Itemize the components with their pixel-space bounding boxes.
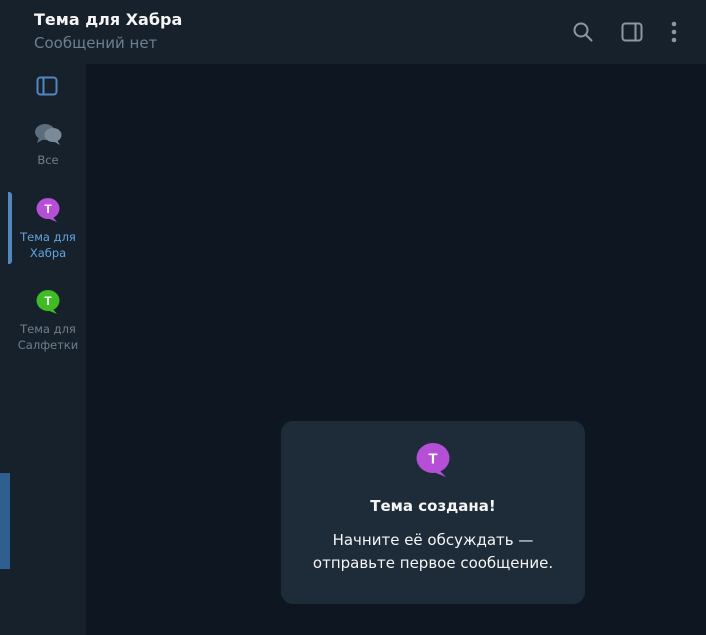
- topic-label: Тема для Хабра: [20, 230, 76, 260]
- topic-icon-letter: Т: [428, 451, 437, 468]
- collapse-topics-button[interactable]: [34, 74, 60, 98]
- topic-item-habr[interactable]: Т Тема для Хабра: [10, 197, 86, 261]
- card-title: Тема создана!: [370, 497, 496, 515]
- card-description: Начните её обсуждать — отправьте первое …: [281, 529, 585, 575]
- sidebar-panel-icon: [36, 76, 58, 96]
- topic-created-card: Т Тема создана! Начните её обсуждать — о…: [281, 421, 585, 604]
- topic-icon-letter: Т: [44, 202, 52, 216]
- search-icon: [573, 22, 593, 42]
- chat-title[interactable]: Тема для Хабра: [34, 10, 182, 29]
- left-edge-accent: [0, 473, 10, 569]
- search-button[interactable]: [567, 16, 599, 48]
- topic-item-all[interactable]: Все: [10, 122, 86, 168]
- chat-status: Сообщений нет: [34, 34, 158, 52]
- card-description-line: отправьте первое сообщение.: [312, 554, 554, 572]
- topic-label: Тема для Салфетки: [17, 322, 79, 352]
- toggle-sidebar-button[interactable]: [616, 16, 648, 48]
- more-menu-button[interactable]: [658, 16, 690, 48]
- chats-icon: [35, 124, 62, 145]
- topic-label: Все: [37, 153, 59, 167]
- topic-bubble-icon: Т: [36, 290, 60, 314]
- topic-icon-letter: Т: [44, 294, 52, 308]
- sidebar-panel-icon: [621, 22, 643, 42]
- topics-sidebar: Все Т Тема для Хабра Т Тема для Салфетки: [8, 64, 86, 635]
- topic-bubble-icon: Т: [416, 443, 450, 477]
- chat-header: Тема для Хабра Сообщений нет: [10, 0, 706, 64]
- card-description-line: Начните её обсуждать —: [332, 531, 534, 549]
- topic-item-salfetki[interactable]: Т Тема для Салфетки: [10, 289, 86, 353]
- topic-bubble-icon: Т: [36, 198, 60, 222]
- more-vertical-icon: [671, 21, 677, 43]
- app-window: Тема для Хабра Сообщений нет Все Т Тема …: [0, 0, 706, 635]
